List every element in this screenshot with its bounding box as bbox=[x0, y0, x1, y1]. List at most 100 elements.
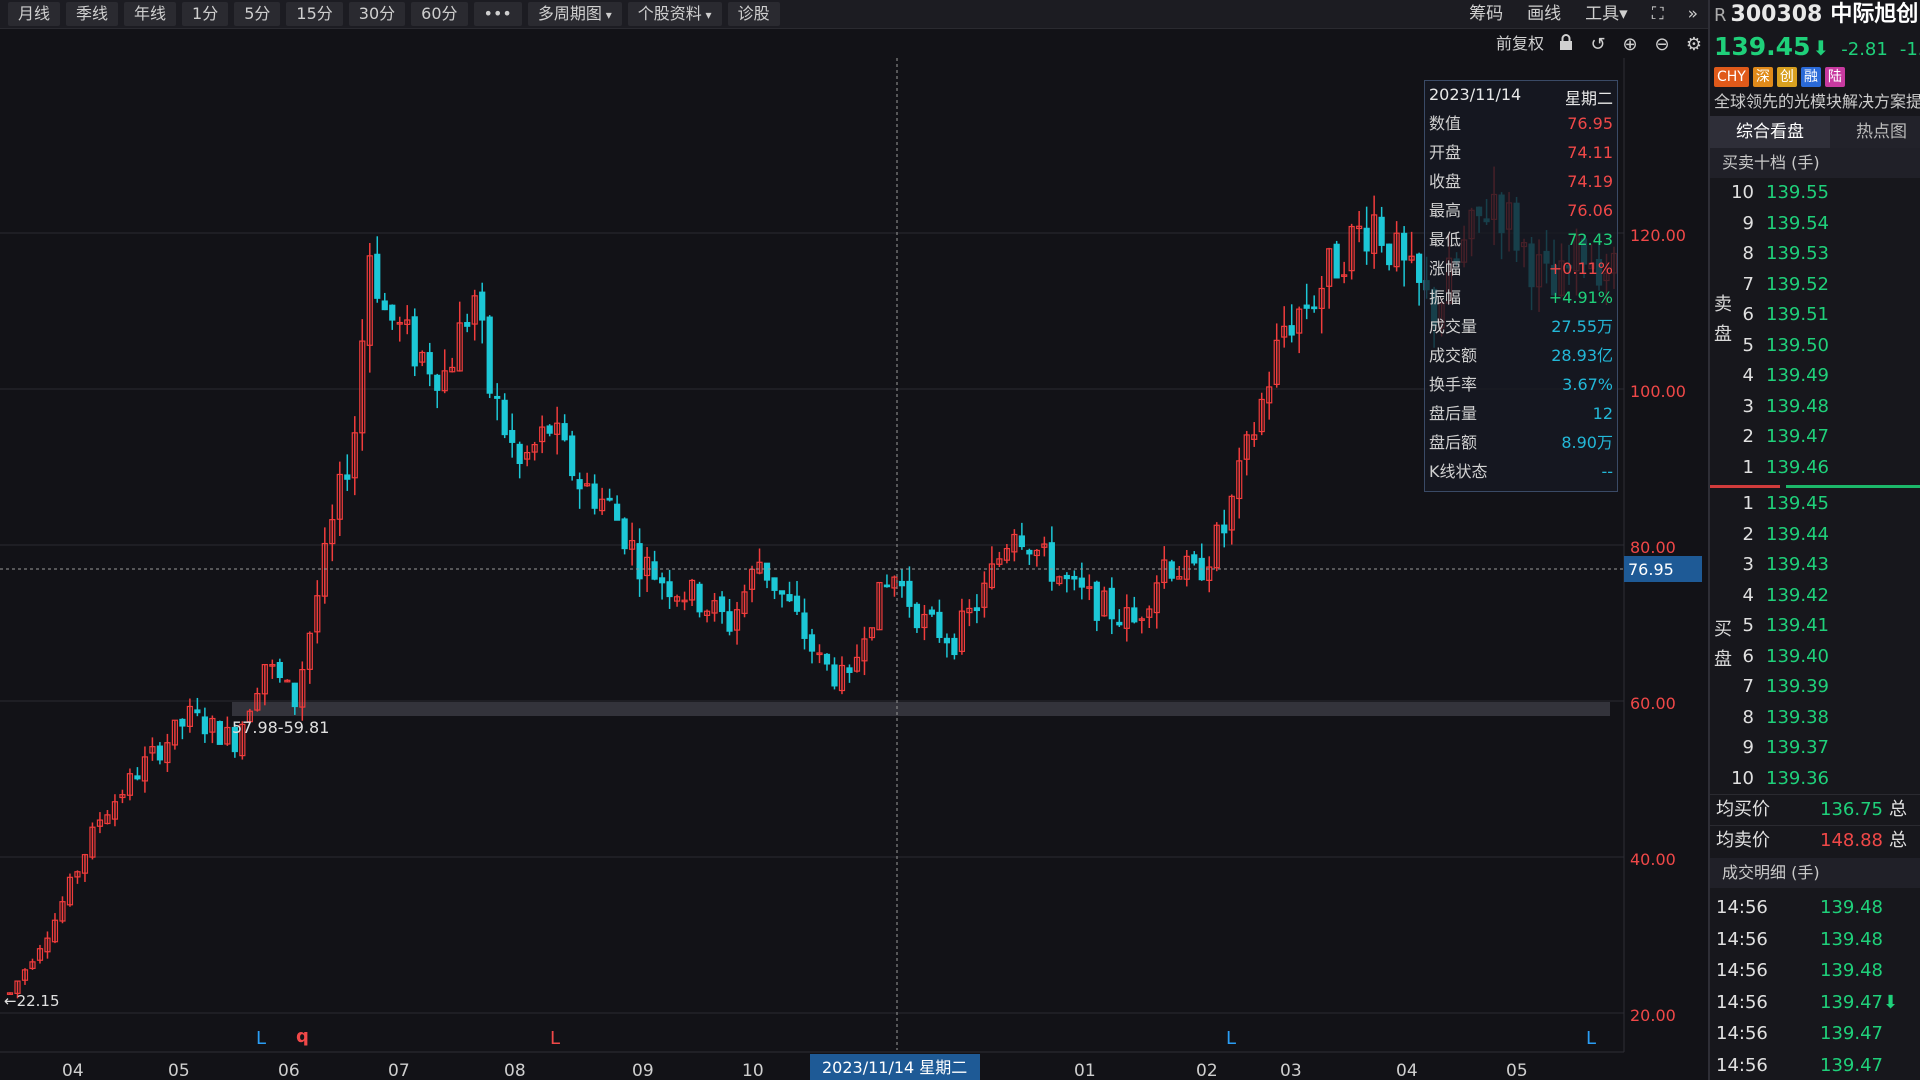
candle-body bbox=[344, 474, 351, 480]
buy-level-row[interactable]: 4 139.42 bbox=[1710, 581, 1920, 612]
tab-overview[interactable]: 综合看盘 bbox=[1710, 116, 1830, 148]
sell-level-row[interactable]: 10 139.55 bbox=[1710, 178, 1920, 209]
sell-orderbook: 卖盘 10 139.55 9 139.54 8 139.53 7 139.52 6 139.51 5… bbox=[1710, 178, 1920, 483]
avg-sell-value: 148.88 bbox=[1820, 830, 1883, 851]
trade-price: 139.48 bbox=[1820, 960, 1883, 981]
candle-body bbox=[194, 709, 201, 714]
candle-body bbox=[381, 300, 388, 311]
x-tick-label: 06 bbox=[278, 1061, 300, 1080]
tab-hotspot[interactable]: 热点图 bbox=[1830, 116, 1920, 148]
buy-level-row[interactable]: 10 139.36 bbox=[1710, 764, 1920, 795]
level-price: 139.36 bbox=[1766, 767, 1829, 789]
candle-body bbox=[486, 316, 493, 394]
candle-body bbox=[696, 583, 703, 613]
candle-body bbox=[614, 503, 621, 521]
candle-body bbox=[501, 399, 508, 436]
info-value: 8.90万 bbox=[1561, 433, 1613, 452]
info-label: 最高 bbox=[1429, 201, 1462, 220]
candle-body bbox=[1116, 621, 1123, 626]
candle-body bbox=[1303, 304, 1310, 309]
info-row: 数值 76.95 bbox=[1425, 109, 1617, 138]
stock-header: R 300308 中际旭创 bbox=[1710, 0, 1920, 30]
trade-time: 14:56 bbox=[1716, 897, 1768, 918]
level-number: 7 bbox=[1742, 676, 1754, 697]
buy-level-row[interactable]: 1 139.45 bbox=[1710, 489, 1920, 520]
buy-level-row[interactable]: 9 139.37 bbox=[1710, 733, 1920, 764]
price-change-pct: -1.9 bbox=[1899, 39, 1920, 60]
info-weekday: 星期二 bbox=[1564, 89, 1613, 108]
level-price: 139.54 bbox=[1766, 212, 1829, 234]
y-tick-label: 20.00 bbox=[1630, 1006, 1676, 1025]
info-value: 74.11 bbox=[1567, 143, 1613, 162]
buy-orderbook: 买盘 1 139.45 2 139.44 3 139.43 4 139.42 5 139.41 6 1… bbox=[1710, 489, 1920, 794]
candle-body bbox=[479, 291, 486, 321]
candle-body bbox=[374, 253, 381, 299]
bottom-marker: L bbox=[256, 1028, 266, 1049]
info-row: K线状态 -- bbox=[1425, 457, 1617, 486]
candle-body bbox=[973, 607, 980, 612]
candle-body bbox=[464, 322, 471, 327]
buy-level-row[interactable]: 6 139.40 bbox=[1710, 642, 1920, 673]
badge-rong[interactable]: 融 bbox=[1800, 67, 1821, 87]
level-price: 139.37 bbox=[1766, 737, 1829, 758]
buy-level-row[interactable]: 8 139.38 bbox=[1710, 703, 1920, 734]
quote-panel: R300308中际旭创 139.45⬇-2.81-1.9 CHY 深 创 融 陆… bbox=[1708, 0, 1920, 1080]
y-tick-label: 100.00 bbox=[1630, 382, 1686, 401]
info-value: -- bbox=[1601, 462, 1613, 481]
buy-level-row[interactable]: 2 139.44 bbox=[1710, 520, 1920, 551]
candle-body bbox=[134, 775, 141, 780]
candle-body bbox=[913, 603, 921, 629]
candle-body bbox=[951, 637, 958, 656]
level-price: 139.46 bbox=[1766, 456, 1829, 478]
candle-body bbox=[793, 595, 801, 612]
trade-price: 139.47 bbox=[1820, 1023, 1883, 1044]
trade-time: 14:56 bbox=[1716, 1054, 1768, 1076]
info-date: 2023/11/14 bbox=[1429, 85, 1522, 104]
sell-level-row[interactable]: 3 139.48 bbox=[1710, 392, 1920, 423]
sell-level-row[interactable]: 7 139.52 bbox=[1710, 270, 1920, 301]
level-price: 139.43 bbox=[1766, 554, 1829, 575]
badge-chuang[interactable]: 创 bbox=[1776, 67, 1797, 87]
candle-body bbox=[494, 395, 501, 399]
level-number: 10 bbox=[1731, 767, 1754, 789]
buy-level-row[interactable]: 7 139.39 bbox=[1710, 672, 1920, 703]
sell-level-row[interactable]: 9 139.54 bbox=[1710, 209, 1920, 240]
buy-level-row[interactable]: 5 139.41 bbox=[1710, 611, 1920, 642]
trade-row: 14:56 139.48 bbox=[1710, 924, 1920, 956]
trade-list[interactable]: 14:56 139.48 14:56 139.48 14:56 139.48 14:56 13… bbox=[1710, 888, 1920, 1080]
sell-level-row[interactable]: 1 139.46 bbox=[1710, 453, 1920, 484]
info-label: 成交量 bbox=[1429, 317, 1478, 336]
info-label: 开盘 bbox=[1429, 143, 1462, 162]
level-number: 8 bbox=[1742, 706, 1754, 728]
level-number: 1 bbox=[1742, 493, 1754, 514]
sell-level-row[interactable]: 6 139.51 bbox=[1710, 300, 1920, 331]
info-row: 开盘 74.11 bbox=[1425, 138, 1617, 167]
badge-lu[interactable]: 陆 bbox=[1824, 67, 1845, 87]
candle-body bbox=[1078, 577, 1085, 588]
info-value: +4.91% bbox=[1548, 288, 1613, 307]
candle-body bbox=[718, 596, 726, 613]
info-value: 27.55万 bbox=[1551, 317, 1613, 336]
badge-chy[interactable]: CHY bbox=[1714, 67, 1749, 87]
sell-level-row[interactable]: 8 139.53 bbox=[1710, 239, 1920, 270]
buy-level-row[interactable]: 3 139.43 bbox=[1710, 550, 1920, 581]
avg-sell-row: 均卖价 148.88 总 bbox=[1710, 825, 1920, 856]
level-price: 139.42 bbox=[1766, 584, 1829, 606]
sell-level-row[interactable]: 2 139.47 bbox=[1710, 422, 1920, 453]
candle-body bbox=[179, 718, 186, 727]
avg-unit: 总 bbox=[1888, 799, 1907, 820]
candle-body bbox=[201, 716, 208, 735]
candle-body bbox=[546, 425, 553, 434]
sell-level-row[interactable]: 5 139.50 bbox=[1710, 331, 1920, 362]
info-value: 76.95 bbox=[1567, 114, 1613, 133]
x-tick-label: 03 bbox=[1280, 1061, 1302, 1080]
level-number: 8 bbox=[1742, 243, 1754, 264]
info-row: 最高 76.06 bbox=[1425, 196, 1617, 225]
sell-level-row[interactable]: 4 139.49 bbox=[1710, 361, 1920, 392]
y-tick-label: 80.00 bbox=[1630, 538, 1676, 557]
avg-sell-label: 均卖价 bbox=[1716, 830, 1770, 851]
info-row: 成交量 27.55万 bbox=[1425, 312, 1617, 341]
level-number: 9 bbox=[1742, 737, 1754, 758]
badge-shen[interactable]: 深 bbox=[1752, 67, 1773, 87]
info-label: 数值 bbox=[1429, 114, 1462, 133]
